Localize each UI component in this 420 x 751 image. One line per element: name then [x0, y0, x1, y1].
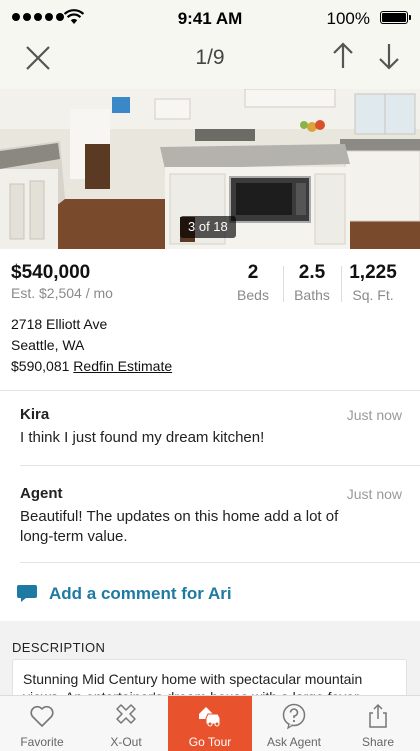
address-street: 2718 Elliott Ave	[11, 316, 108, 332]
comment-time: Just now	[346, 486, 402, 502]
nav-bar: 1/9	[0, 36, 420, 89]
heart-icon	[30, 705, 54, 727]
add-comment-button[interactable]: Add a comment for Ari	[16, 583, 232, 605]
tab-x-out[interactable]: X-Out	[84, 696, 168, 751]
comment-author: Agent	[20, 485, 63, 502]
redfin-estimate-row: $590,081 Redfin Estimate	[11, 358, 172, 374]
x-icon	[116, 704, 136, 724]
comment-author: Kira	[20, 406, 50, 423]
share-icon	[369, 703, 387, 728]
battery-percent: 100%	[326, 9, 370, 28]
listing-counter: 1/9	[195, 46, 225, 69]
tab-label: Favorite	[20, 735, 64, 749]
battery-icon	[380, 11, 411, 24]
divider	[0, 390, 420, 391]
redfin-estimate-link[interactable]: Redfin Estimate	[73, 358, 172, 374]
tab-go-tour[interactable]: Go Tour	[168, 696, 252, 751]
tab-label: Ask Agent	[266, 735, 322, 749]
question-icon	[282, 703, 306, 730]
description-title: DESCRIPTION	[12, 640, 106, 655]
tab-share[interactable]: Share	[336, 696, 420, 751]
sqft-label: Sq. Ft.	[352, 287, 394, 303]
listing-price: $540,000	[11, 262, 91, 283]
arrow-down-icon[interactable]	[376, 40, 402, 72]
estimate-value: $590,081	[11, 358, 70, 374]
status-bar: 9:41 AM 100%	[0, 0, 420, 36]
beds-label: Beds	[237, 287, 269, 303]
baths-value: 2.5	[298, 262, 326, 283]
comment-text: I think I just found my dream kitchen!	[20, 429, 265, 446]
tab-label: Share	[361, 735, 395, 749]
baths-stat: 2.5 Baths	[290, 262, 334, 303]
beds-value: 2	[247, 262, 259, 283]
divider	[283, 266, 284, 302]
monthly-estimate: Est. $2,504 / mo	[11, 285, 113, 301]
divider	[341, 266, 342, 302]
sqft-stat: 1,225 Sq. Ft.	[346, 262, 400, 303]
baths-label: Baths	[294, 287, 330, 303]
add-comment-label: Add a comment for Ari	[49, 584, 232, 603]
sqft-value: 1,225	[349, 262, 397, 283]
tab-label: Go Tour	[188, 735, 232, 749]
photo-counter-badge: 3 of 18	[180, 216, 236, 238]
tab-favorite[interactable]: Favorite	[0, 696, 84, 751]
divider	[20, 465, 420, 466]
arrow-up-icon[interactable]	[330, 40, 356, 72]
comment-time: Just now	[346, 407, 402, 423]
car-icon	[199, 707, 221, 727]
divider	[20, 562, 420, 563]
comment-bubble-icon	[17, 585, 37, 602]
comment-text: Beautiful! The updates on this home add …	[20, 508, 339, 545]
tab-ask-agent[interactable]: Ask Agent	[252, 696, 336, 751]
address-city: Seattle, WA	[11, 337, 85, 353]
tab-bar: Favorite X-Out Go Tour Ask Agent Share	[0, 695, 420, 751]
tab-label: X-Out	[110, 735, 142, 749]
beds-stat: 2 Beds	[232, 262, 274, 303]
